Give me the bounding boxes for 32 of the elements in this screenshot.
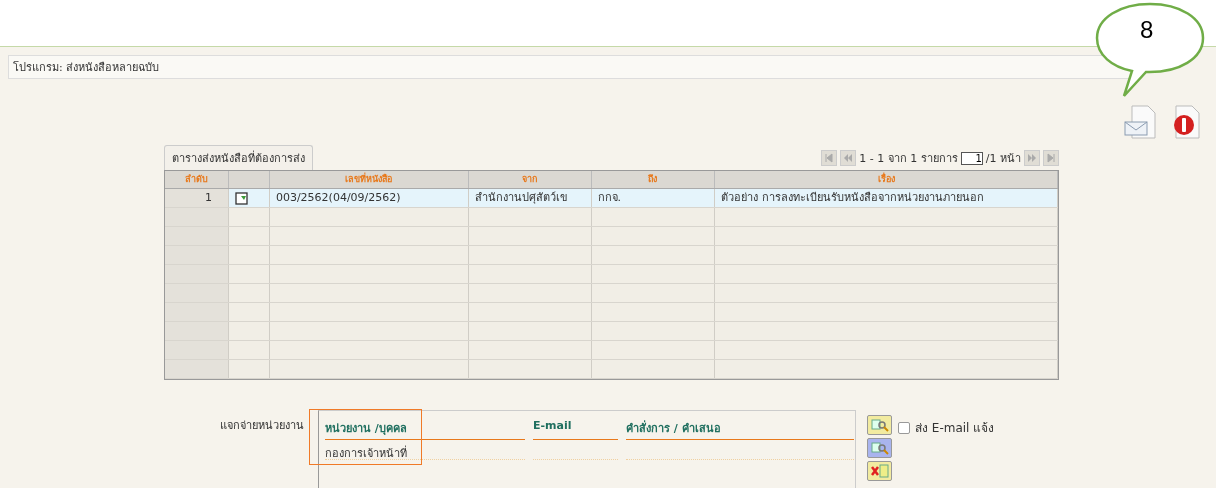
- table-cell: 003/2562(04/09/2562): [269, 189, 469, 207]
- column-header: เลขที่หนังสือ: [269, 171, 469, 188]
- email-checkbox-label: ส่ง E-mail แจ้ง: [915, 420, 995, 437]
- first-page-icon[interactable]: [821, 150, 838, 166]
- email-checkbox[interactable]: [898, 421, 910, 434]
- column-header: ถึง: [591, 171, 716, 188]
- table-cell: 1: [165, 189, 229, 207]
- column-header: หน่วยงาน /บุคคล: [325, 417, 525, 440]
- table-cell: กกจ.: [591, 189, 716, 207]
- column-header: ลำดับ: [165, 171, 229, 188]
- remove-button[interactable]: [867, 461, 892, 481]
- page-input[interactable]: 1: [960, 151, 983, 165]
- search-button[interactable]: [867, 438, 892, 458]
- table-cell: สำนักงานปศุสัตว์เข: [468, 189, 592, 207]
- column-header: E-mail: [533, 417, 618, 440]
- table-tab[interactable]: ตารางส่งหนังสือที่ต้องการส่ง: [164, 145, 313, 170]
- callout-number: 8: [1140, 16, 1154, 44]
- list-cell: กองการเจ้าหน้าที่: [325, 440, 525, 460]
- program-title: โปรแกรม: ส่งหนังสือหลายฉบับ: [13, 60, 160, 76]
- edit-icon[interactable]: [234, 191, 248, 205]
- pager-range: 1 - 1 จาก 1 รายการ: [859, 151, 958, 167]
- page-total: /1 หน้า: [985, 151, 1021, 167]
- next-page-icon[interactable]: [1024, 150, 1040, 166]
- add-search-button[interactable]: [867, 415, 892, 435]
- distribution-label: แจกจ่ายหน่วยงาน: [220, 418, 305, 434]
- table-cell: ตัวอย่าง การลงทะเบียนรับหนังสือจากหน่วยงานภายนอก: [715, 189, 1058, 207]
- last-page-icon[interactable]: [1043, 150, 1059, 166]
- column-header: จาก: [468, 171, 592, 188]
- column-header: เรื่อง: [715, 171, 1058, 188]
- column-header: คำสั่งการ / คำเสนอ: [626, 417, 854, 440]
- previous-page-icon[interactable]: [840, 150, 857, 166]
- envelope-document-icon[interactable]: [1124, 105, 1156, 139]
